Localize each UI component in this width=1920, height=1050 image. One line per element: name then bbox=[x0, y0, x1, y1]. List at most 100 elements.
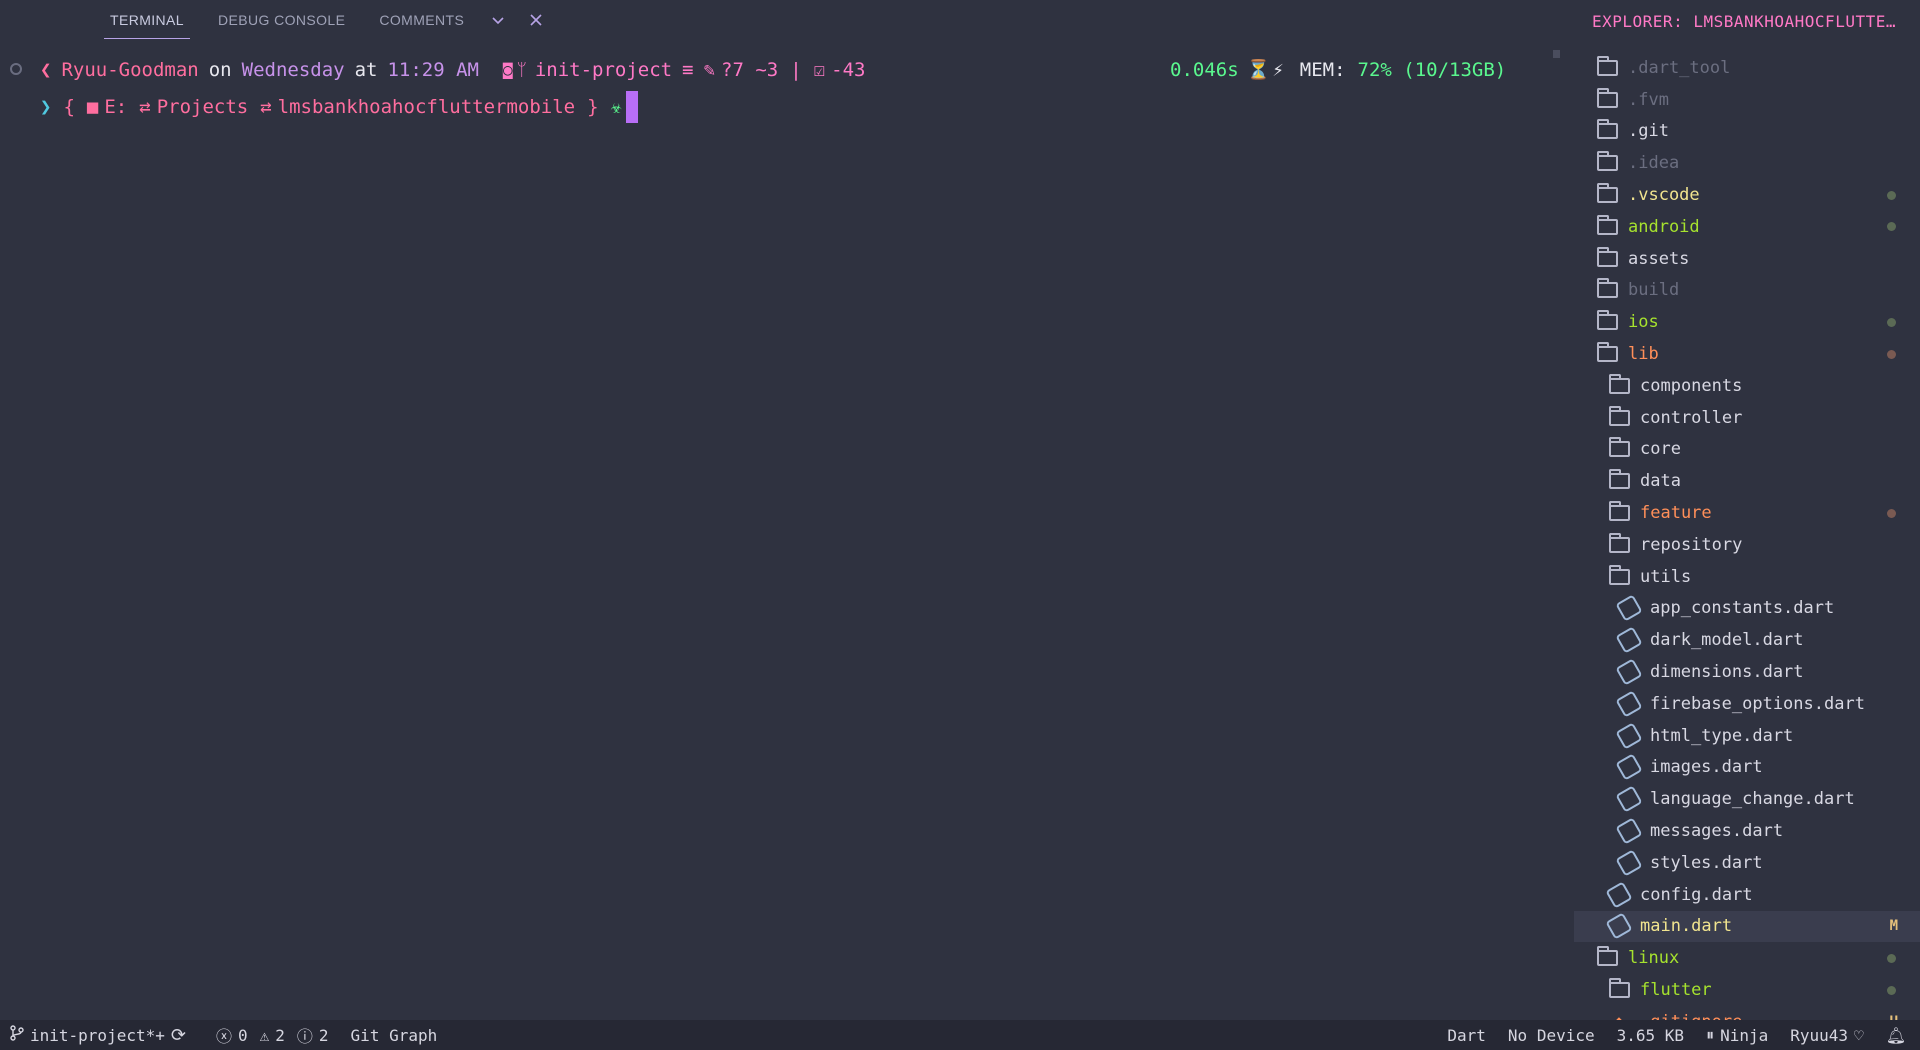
terminal-scrollbar[interactable] bbox=[1553, 50, 1560, 58]
folder-open-icon bbox=[1596, 342, 1618, 363]
language-mode[interactable]: Dart bbox=[1447, 1026, 1486, 1045]
chevron-down-icon[interactable] bbox=[488, 10, 508, 30]
account-status[interactable]: Ryuu43 ♡ bbox=[1790, 1026, 1863, 1045]
tree-item[interactable]: dark_model.dart bbox=[1574, 624, 1920, 656]
assets-folder-icon bbox=[1596, 246, 1618, 268]
tree-item[interactable]: utils bbox=[1574, 561, 1920, 593]
tree-item[interactable]: .idea bbox=[1574, 147, 1920, 179]
tab-debug-console[interactable]: DEBUG CONSOLE bbox=[218, 0, 345, 40]
git-status-dot bbox=[1887, 508, 1896, 518]
ninja-status[interactable]: ⏸ Ninja bbox=[1706, 1025, 1768, 1045]
tree-item-label: data bbox=[1640, 471, 1681, 492]
folder-icon: ■ bbox=[86, 96, 99, 118]
utils-folder-icon bbox=[1608, 564, 1630, 586]
path-dir-2: lmsbankhoahocfluttermobile bbox=[277, 96, 576, 118]
tree-item[interactable]: assets bbox=[1574, 243, 1920, 275]
tree-item[interactable]: messages.dart bbox=[1574, 815, 1920, 847]
tree-item[interactable]: feature bbox=[1574, 497, 1920, 529]
problems-status[interactable]: ⓧ 0 ⚠ 2 ⓘ 2 bbox=[216, 1023, 329, 1047]
vscode-window: { "panel_tabs": [ {"label": "TERMINAL"},… bbox=[0, 0, 1920, 1050]
tree-item[interactable]: .git bbox=[1574, 116, 1920, 148]
tree-item-label: feature bbox=[1640, 503, 1712, 524]
prompt-on: on bbox=[208, 59, 232, 81]
close-icon[interactable] bbox=[526, 10, 546, 30]
tree-item[interactable]: dimensions.dart bbox=[1574, 656, 1920, 688]
tree-item-label: android bbox=[1628, 216, 1700, 237]
tree-item[interactable]: android bbox=[1574, 211, 1920, 243]
tree-item[interactable]: build bbox=[1574, 275, 1920, 307]
tree-item[interactable]: main.dart M bbox=[1574, 910, 1920, 943]
tree-item-label: .git bbox=[1628, 121, 1669, 142]
device-selector[interactable]: No Device bbox=[1508, 1026, 1595, 1045]
tree-item[interactable]: firebase_options.dart bbox=[1574, 688, 1920, 720]
tree-item-label: .dart_tool bbox=[1628, 57, 1731, 78]
tree-item-label: images.dart bbox=[1650, 757, 1763, 778]
dart-file-icon bbox=[1605, 880, 1633, 909]
tab-comments[interactable]: COMMENTS bbox=[379, 0, 464, 40]
path-separator-icon: ⇄ bbox=[139, 96, 151, 118]
tree-item[interactable]: .fvm bbox=[1574, 84, 1920, 116]
notifications-button[interactable]: 🔔︎ bbox=[1886, 1026, 1906, 1045]
edit-icon: ✎ bbox=[703, 59, 716, 81]
tree-item[interactable]: core bbox=[1574, 434, 1920, 466]
tree-item-label: .vscode bbox=[1628, 185, 1700, 206]
dart-file-icon bbox=[1615, 753, 1643, 782]
device-label: No Device bbox=[1507, 1025, 1595, 1045]
git-status-dot bbox=[1887, 953, 1896, 963]
tree-item[interactable]: ios bbox=[1574, 306, 1920, 338]
tree-item[interactable]: .vscode bbox=[1574, 179, 1920, 211]
tree-item-label: controller bbox=[1640, 407, 1743, 428]
components-folder-icon bbox=[1608, 373, 1630, 395]
tree-item[interactable]: html_type.dart bbox=[1574, 720, 1920, 752]
warning-count: 2 bbox=[275, 1025, 285, 1045]
tree-item[interactable]: lib bbox=[1574, 338, 1920, 370]
tree-item-label: flutter bbox=[1640, 980, 1712, 1000]
error-count: 0 bbox=[237, 1025, 248, 1045]
tree-item[interactable]: repository bbox=[1574, 529, 1920, 561]
git-status-dot bbox=[1887, 190, 1896, 200]
tree-item[interactable]: styles.dart bbox=[1574, 847, 1920, 879]
git-branch-icon: ᛘ bbox=[516, 60, 527, 80]
folder-icon bbox=[1608, 978, 1630, 999]
terminal-panel[interactable]: ❮ Ryuu-Goodman on Wednesday at 11:29 AM … bbox=[0, 50, 1560, 1010]
tree-item[interactable]: config.dart bbox=[1574, 879, 1920, 911]
dart-file-icon bbox=[1615, 690, 1643, 718]
bell-icon: 🔔︎ bbox=[1885, 1025, 1906, 1045]
git-file-icon: ⬥ bbox=[1608, 1012, 1630, 1020]
tree-item-label: .gitignore bbox=[1640, 1012, 1742, 1020]
tree-item[interactable]: app_constants.dart bbox=[1574, 593, 1920, 625]
prompt-right-info: 0.046s ⏳ ⚡ MEM: 72% (10/13GB) bbox=[1170, 51, 1506, 89]
tree-item[interactable]: .dart_tool bbox=[1574, 52, 1920, 84]
tree-item[interactable]: linux bbox=[1574, 942, 1920, 974]
dart-file-icon bbox=[1615, 594, 1643, 623]
folder-icon bbox=[1596, 55, 1618, 77]
dart-file-icon bbox=[1615, 721, 1643, 750]
heart-icon: ♡ bbox=[1854, 1025, 1864, 1045]
prompt-user: Ryuu-Goodman bbox=[61, 59, 199, 81]
android-folder-icon bbox=[1596, 214, 1618, 236]
git-status-dot bbox=[1887, 222, 1896, 232]
prompt-line-2: ❯ { ■ E: ⇄ Projects ⇄ lmsbankhoahocflutt… bbox=[40, 88, 638, 126]
tree-item-label: utils bbox=[1640, 566, 1692, 587]
branch-status[interactable]: init-project*+ ⟳ bbox=[10, 1025, 186, 1046]
git-graph-button[interactable]: Git Graph bbox=[351, 1026, 438, 1045]
tree-item[interactable]: language_change.dart bbox=[1574, 783, 1920, 815]
lightning-icon: ⚡ bbox=[1272, 59, 1284, 81]
tree-item[interactable]: ⬥.gitignoreU bbox=[1574, 1006, 1920, 1020]
tree-item-label: build bbox=[1628, 280, 1680, 301]
file-size: 3.65 KB bbox=[1617, 1026, 1684, 1045]
tree-item[interactable]: components bbox=[1574, 370, 1920, 402]
dart-file-icon bbox=[1605, 912, 1633, 941]
file-tree: .dart_tool .fvm .git .idea .vscode android ass… bbox=[1574, 52, 1920, 1020]
git-status-badge: M bbox=[1889, 918, 1898, 935]
prompt-changes: ?7 ~3 bbox=[721, 59, 779, 81]
tree-item[interactable]: controller bbox=[1574, 402, 1920, 434]
tree-item[interactable]: flutter bbox=[1574, 974, 1920, 1006]
sync-icon[interactable]: ⟳ bbox=[171, 1025, 186, 1046]
tab-terminal[interactable]: TERMINAL bbox=[104, 0, 190, 40]
tree-item[interactable]: images.dart bbox=[1574, 752, 1920, 784]
prompt-at: at bbox=[354, 59, 378, 81]
tree-item-label: main.dart bbox=[1640, 916, 1733, 937]
tree-item-label: config.dart bbox=[1640, 884, 1753, 905]
tree-item[interactable]: data bbox=[1574, 465, 1920, 497]
